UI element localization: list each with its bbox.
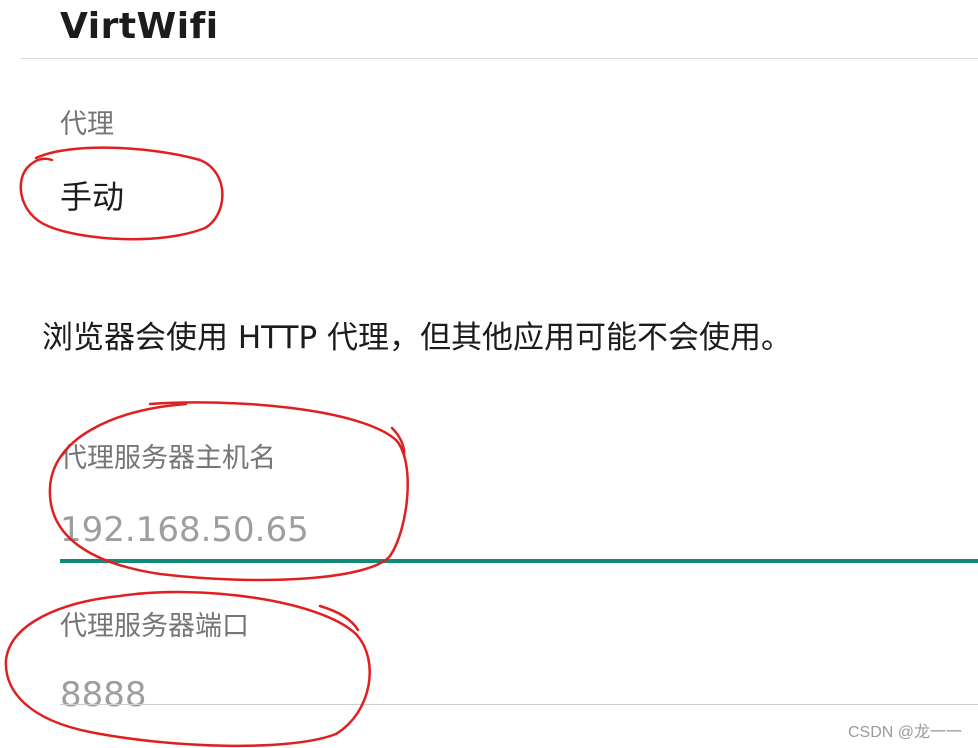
proxy-hostname-underline [60, 559, 978, 563]
proxy-hostname-input[interactable] [60, 505, 978, 555]
proxy-port-label: 代理服务器端口 [60, 611, 249, 642]
proxy-port-input[interactable] [60, 672, 978, 718]
header-divider [20, 58, 978, 59]
proxy-hostname-label: 代理服务器主机名 [60, 443, 276, 474]
network-name-title: VirtWifi [60, 6, 219, 47]
proxy-notice-text: 浏览器会使用 HTTP 代理，但其他应用可能不会使用。 [42, 320, 793, 356]
proxy-label: 代理 [60, 109, 114, 140]
watermark: CSDN @龙一一 [847, 724, 962, 741]
proxy-mode-dropdown[interactable]: 手动 [60, 172, 124, 218]
proxy-port-underline [60, 704, 978, 705]
